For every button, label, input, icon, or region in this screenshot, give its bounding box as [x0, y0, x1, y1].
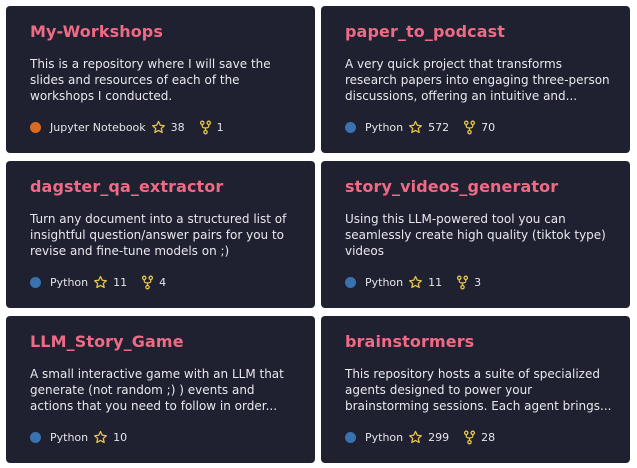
repo-meta: Python 10 — [30, 430, 141, 445]
fork-count: 4 — [159, 276, 167, 289]
repo-description: A very quick project that transforms res… — [345, 57, 610, 103]
fork-count: 3 — [474, 276, 482, 289]
repo-grid: My-Workshops This is a repository where … — [0, 0, 637, 468]
language-color-dot — [345, 277, 356, 288]
star-icon — [408, 430, 423, 445]
repo-meta: Python 11 3 — [345, 275, 495, 290]
repo-title-link[interactable]: paper_to_podcast — [345, 22, 505, 41]
repo-description: This repository hosts a suite of special… — [345, 367, 612, 413]
repo-title-link[interactable]: story_videos_generator — [345, 177, 558, 196]
language-label: Jupyter Notebook — [50, 121, 146, 134]
repo-meta: Python 11 4 — [30, 275, 180, 290]
repo-description: Turn any document into a structured list… — [30, 212, 287, 258]
repo-meta: Python 572 70 — [345, 120, 509, 135]
fork-icon — [199, 120, 212, 135]
repo-card[interactable]: My-Workshops This is a repository where … — [6, 6, 315, 153]
language-color-dot — [345, 432, 356, 443]
star-icon — [151, 120, 166, 135]
language-label: Python — [365, 121, 404, 134]
language-color-dot — [30, 277, 41, 288]
language-label: Python — [50, 431, 89, 444]
star-icon — [93, 275, 108, 290]
fork-count: 28 — [481, 431, 496, 444]
language-label: Python — [365, 431, 404, 444]
fork-icon — [463, 120, 476, 135]
star-count: 11 — [113, 276, 128, 289]
star-icon — [408, 275, 423, 290]
fork-icon — [141, 275, 154, 290]
fork-icon — [463, 430, 476, 445]
repo-meta: Python 299 28 — [345, 430, 509, 445]
repo-card[interactable]: brainstormers This repository hosts a su… — [321, 316, 630, 463]
star-count: 38 — [170, 121, 185, 134]
language-color-dot — [30, 122, 41, 133]
fork-count: 1 — [216, 121, 224, 134]
repo-title-link[interactable]: brainstormers — [345, 332, 474, 351]
repo-title-link[interactable]: My-Workshops — [30, 22, 163, 41]
language-label: Python — [50, 276, 89, 289]
language-color-dot — [345, 122, 356, 133]
repo-card[interactable]: paper_to_podcast A very quick project th… — [321, 6, 630, 153]
star-icon — [408, 120, 423, 135]
language-color-dot — [30, 432, 41, 443]
star-count: 299 — [428, 431, 450, 444]
repo-title-link[interactable]: dagster_qa_extractor — [30, 177, 223, 196]
repo-meta: Jupyter Notebook 38 1 — [30, 120, 238, 135]
star-icon — [93, 430, 108, 445]
star-count: 572 — [428, 121, 450, 134]
repo-description: This is a repository where I will save t… — [30, 57, 271, 103]
repo-description: Using this LLM-powered tool you can seam… — [345, 212, 606, 258]
repo-card[interactable]: dagster_qa_extractor Turn any document i… — [6, 161, 315, 308]
star-count: 11 — [428, 276, 443, 289]
fork-count: 70 — [481, 121, 496, 134]
repo-card[interactable]: story_videos_generator Using this LLM-po… — [321, 161, 630, 308]
fork-icon — [456, 275, 469, 290]
repo-card[interactable]: LLM_Story_Game A small interactive game … — [6, 316, 315, 463]
star-count: 10 — [113, 431, 128, 444]
language-label: Python — [365, 276, 404, 289]
repo-description: A small interactive game with an LLM tha… — [30, 367, 284, 413]
repo-title-link[interactable]: LLM_Story_Game — [30, 332, 184, 351]
